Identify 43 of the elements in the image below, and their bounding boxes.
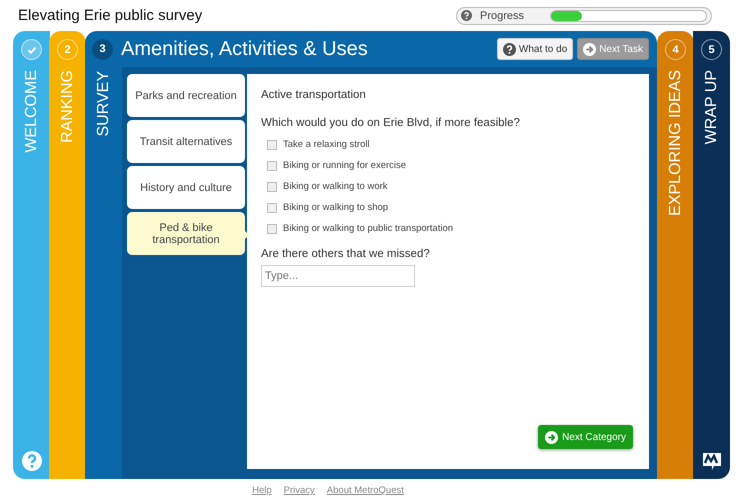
survey-title: Elevating Erie public survey	[18, 7, 202, 24]
stage-label: WRAP UP	[702, 70, 720, 144]
footer-link[interactable]: About MetroQuest	[326, 485, 404, 496]
option-label[interactable]: Biking or walking to work	[283, 181, 388, 192]
question-text: Which would you do on Erie Blvd, if more feasible?	[261, 117, 521, 129]
option-label[interactable]: Biking or running for exercise	[283, 160, 406, 171]
category-tab[interactable]: History and culture	[127, 166, 245, 209]
step-number: 5	[701, 39, 722, 60]
check-icon	[21, 39, 42, 60]
step-number: 4	[665, 39, 686, 60]
checkbox[interactable]	[267, 224, 277, 234]
option-label[interactable]: Biking or walking to public transportation	[283, 223, 454, 234]
arrow-icon	[545, 430, 558, 444]
footer-link[interactable]: Privacy	[284, 485, 315, 496]
stage-label: EXPLORING IDEAS	[666, 70, 684, 216]
help-icon	[502, 42, 516, 56]
option-label[interactable]: Take a relaxing stroll	[283, 139, 370, 150]
section-title: Amenities, Activities & Uses	[121, 38, 368, 60]
checkbox[interactable]	[267, 160, 277, 170]
question-text: Are there others that we missed?	[261, 248, 431, 260]
category-tab[interactable]: Transit alternatives	[127, 120, 245, 163]
checkbox[interactable]	[267, 202, 277, 212]
help-icon[interactable]	[22, 451, 42, 471]
logo-icon	[702, 451, 722, 471]
arrow-icon	[583, 42, 596, 56]
help-icon[interactable]	[461, 10, 472, 21]
checkbox[interactable]	[267, 140, 277, 150]
step-number: 2	[57, 39, 78, 60]
input-field[interactable]: Type...	[261, 265, 415, 287]
what-to-do-button[interactable]: What to do	[496, 38, 574, 60]
category-tab[interactable]: Parks and recreation	[127, 74, 245, 117]
stage-label: RANKING	[58, 70, 76, 143]
topic-heading: Active transportation	[261, 89, 367, 101]
checkbox[interactable]	[267, 182, 277, 192]
step-number: 3	[92, 38, 113, 60]
stage-label: WELCOME	[22, 70, 40, 153]
category-tab[interactable]: Ped & bike transportation	[127, 212, 245, 255]
footer-link[interactable]: Help	[252, 485, 272, 496]
next-category-button[interactable]: Next Category	[538, 425, 633, 449]
option-label[interactable]: Biking or walking to shop	[283, 202, 388, 213]
stage-label[interactable]: SURVEY	[94, 71, 112, 137]
stage-tab[interactable]: 5 WRAP UP	[693, 31, 730, 479]
progress-label: Progress	[480, 10, 526, 22]
